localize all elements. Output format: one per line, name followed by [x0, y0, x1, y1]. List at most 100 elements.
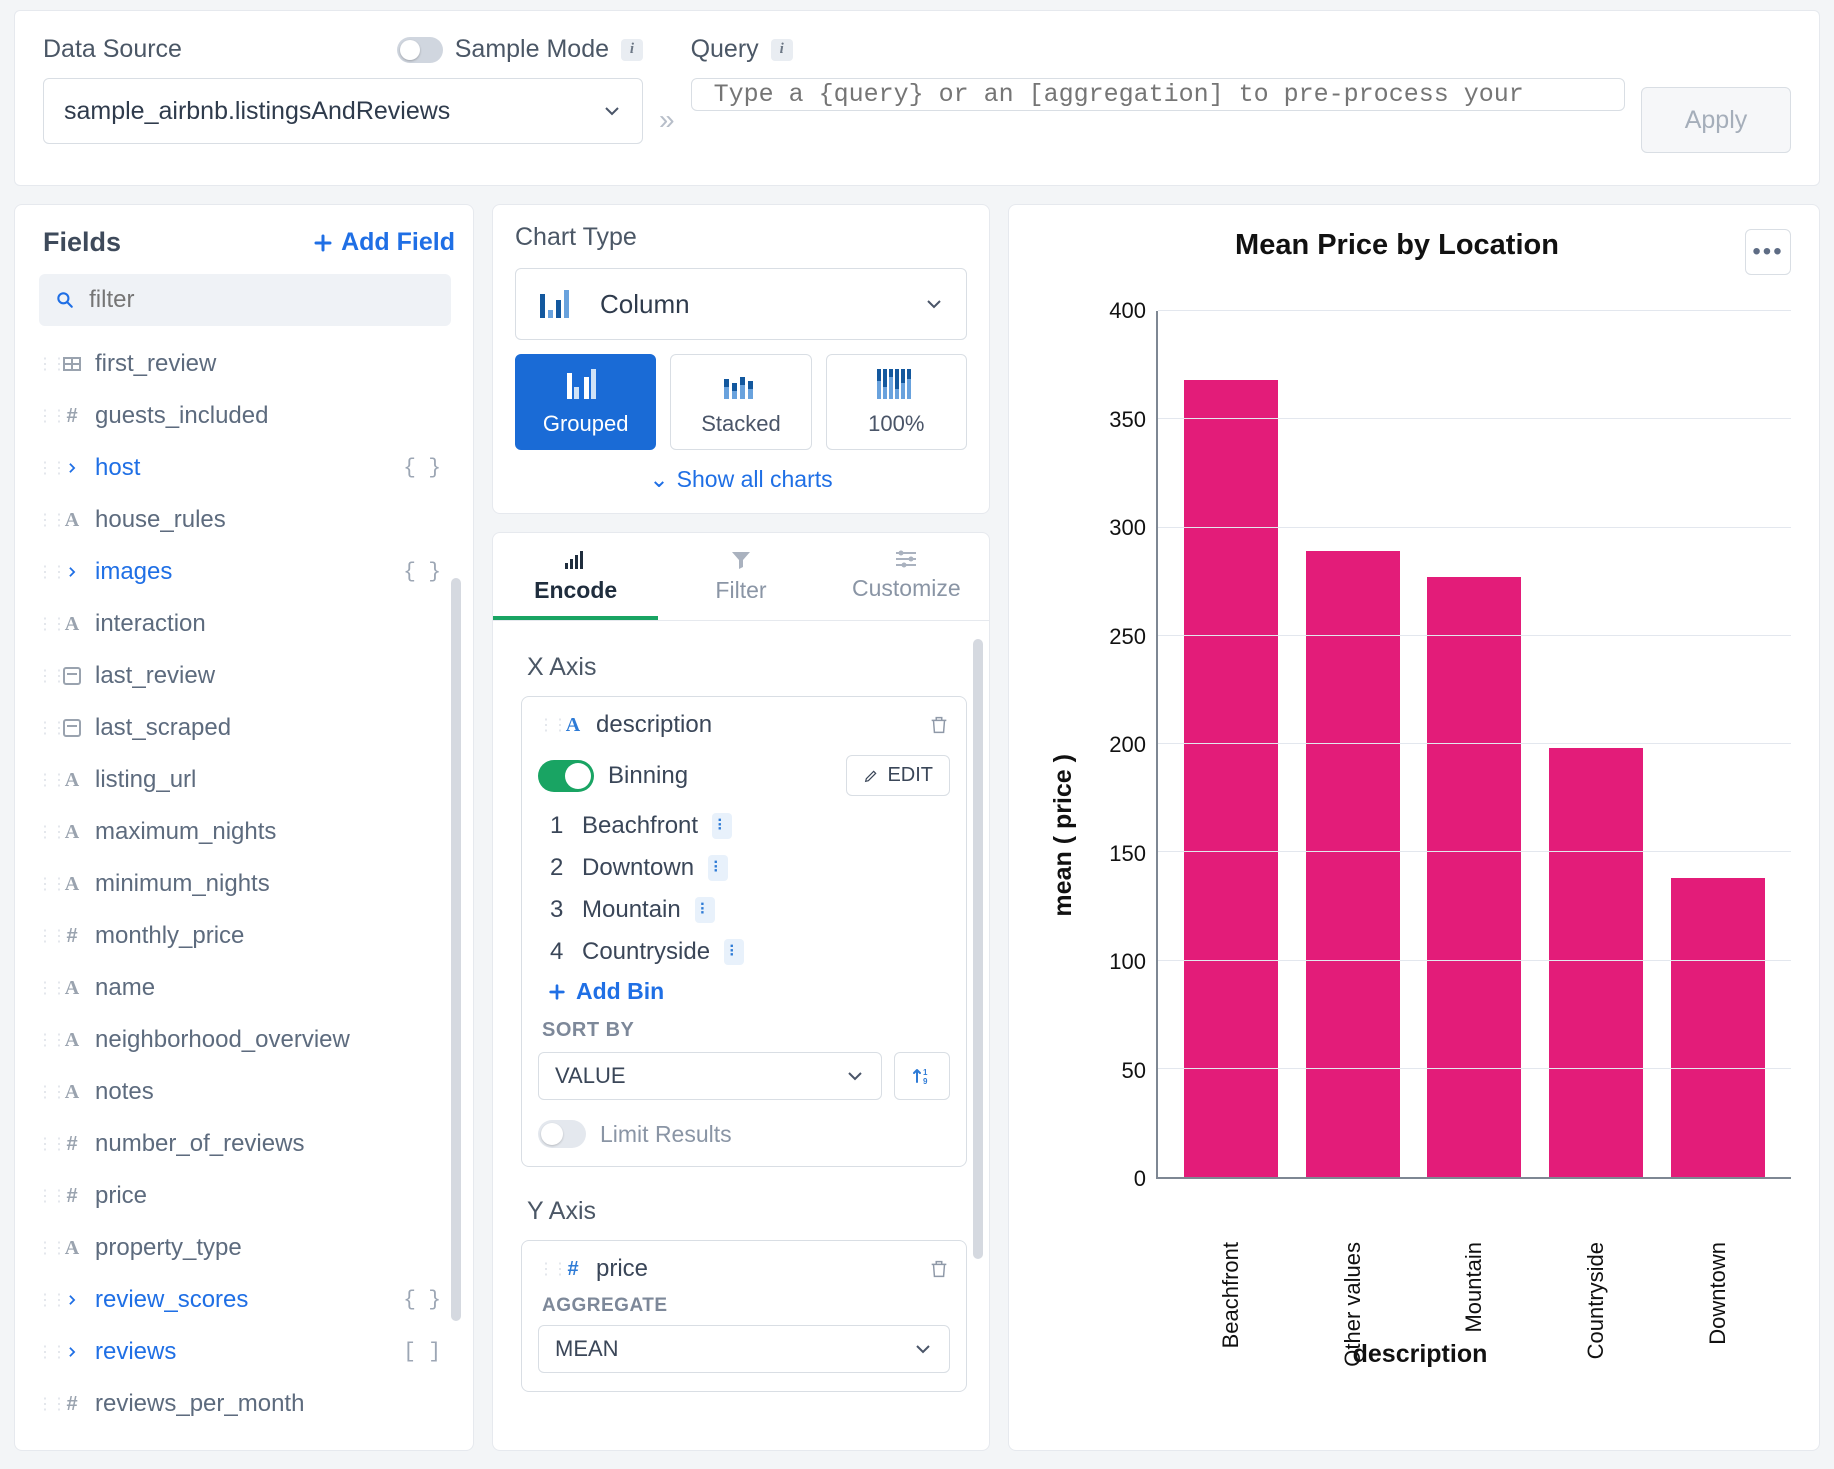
field-host[interactable]: ⋮⋮host{ } — [33, 442, 455, 494]
drag-handle-icon[interactable]: ⋮⋮ — [37, 562, 49, 582]
info-icon[interactable]: i — [621, 39, 643, 61]
bar-other-values[interactable] — [1306, 551, 1400, 1177]
bin-item[interactable]: 1Beachfront⠇ — [550, 812, 950, 840]
drag-handle-icon[interactable]: ⋮⋮ — [37, 1238, 49, 1258]
field-maximum_nights[interactable]: ⋮⋮Amaximum_nights — [33, 806, 455, 858]
remove-x-field-button[interactable] — [928, 714, 950, 736]
field-property_type[interactable]: ⋮⋮Aproperty_type — [33, 1222, 455, 1274]
top-bar: Data Source Sample Mode i sample_airbnb.… — [14, 10, 1820, 186]
drag-handle-icon[interactable]: ⋮⋮ — [37, 770, 49, 790]
chevron-down-icon: ⌄ — [649, 466, 668, 492]
fields-filter-input[interactable] — [87, 285, 435, 315]
sort-direction-button[interactable]: 1 9 — [894, 1052, 950, 1100]
field-neighborhood_overview[interactable]: ⋮⋮Aneighborhood_overview — [33, 1014, 455, 1066]
drag-handle-icon[interactable]: ⋮⋮ — [37, 1134, 49, 1154]
drag-handle-icon[interactable]: ⋮⋮ — [37, 510, 49, 530]
sample-mode-toggle[interactable] — [397, 37, 443, 63]
drag-handle-icon[interactable]: ⋮⋮ — [37, 1082, 49, 1102]
drag-handle-icon[interactable]: ⋮⋮ — [37, 926, 49, 946]
tab-filter[interactable]: Filter — [658, 533, 823, 620]
drag-handle-icon[interactable]: ⋮⋮ — [37, 874, 49, 894]
chart-variant-grouped[interactable]: Grouped — [515, 354, 656, 450]
encode-tabs: Encode Filter Customize — [493, 533, 989, 621]
chart-type-select[interactable]: Column — [515, 268, 967, 340]
add-field-button[interactable]: Add Field — [313, 228, 455, 257]
add-bin-button[interactable]: Add Bin — [548, 978, 950, 1005]
drag-handle-icon[interactable]: ⋮⋮ — [37, 1394, 49, 1414]
pencil-icon — [863, 768, 879, 784]
field-house_rules[interactable]: ⋮⋮Ahouse_rules — [33, 494, 455, 546]
drag-handle-icon[interactable]: ⋮⋮ — [37, 822, 49, 842]
drag-handle-icon[interactable]: ⋮⋮ — [37, 1030, 49, 1050]
data-source-select[interactable]: sample_airbnb.listingsAndReviews — [43, 78, 643, 144]
field-last_scraped[interactable]: ⋮⋮last_scraped — [33, 702, 455, 754]
fields-filter[interactable] — [39, 274, 451, 326]
field-review_scores[interactable]: ⋮⋮review_scores{ } — [33, 1274, 455, 1326]
y-tick: 100 — [1109, 949, 1146, 975]
query-input-wrapper — [691, 78, 1625, 111]
bin-item[interactable]: 3Mountain⠇ — [550, 896, 950, 924]
info-icon[interactable]: i — [771, 39, 793, 61]
show-all-charts-button[interactable]: ⌄Show all charts — [515, 466, 967, 493]
string-type-icon: A — [560, 714, 586, 737]
drag-handle-icon[interactable]: ⋮⋮ — [37, 406, 49, 426]
limit-results-label: Limit Results — [600, 1121, 732, 1148]
field-notes[interactable]: ⋮⋮Anotes — [33, 1066, 455, 1118]
drag-handle-icon[interactable]: ⋮⋮ — [37, 978, 49, 998]
scrollbar-thumb[interactable] — [973, 639, 983, 1259]
drag-handle-icon[interactable]: ⋮⋮ — [37, 666, 49, 686]
tab-customize[interactable]: Customize — [824, 533, 989, 620]
drag-handle-icon[interactable]: ⋮⋮ — [538, 1259, 550, 1279]
bin-item[interactable]: 4Countryside⠇ — [550, 938, 950, 966]
scrollbar-thumb[interactable] — [451, 578, 461, 1321]
binning-toggle[interactable] — [538, 760, 594, 792]
drag-handle-icon[interactable]: ⋮⋮ — [37, 718, 49, 738]
apply-button[interactable]: Apply — [1641, 87, 1791, 153]
field-price[interactable]: ⋮⋮#price — [33, 1170, 455, 1222]
limit-results-toggle[interactable] — [538, 1120, 586, 1148]
field-interaction[interactable]: ⋮⋮Ainteraction — [33, 598, 455, 650]
field-name[interactable]: ⋮⋮Aname — [33, 962, 455, 1014]
field-label: notes — [95, 1078, 154, 1106]
bar-countryside[interactable] — [1549, 748, 1643, 1177]
encode-scrollbar[interactable] — [973, 639, 983, 1279]
drag-handle-icon[interactable]: ⋮⋮ — [37, 1290, 49, 1310]
chart-variant-100pct[interactable]: 100% — [826, 354, 967, 450]
bar-downtown[interactable] — [1671, 878, 1765, 1177]
drag-handle-icon[interactable]: ⋮⋮ — [37, 1342, 49, 1362]
chart-menu-button[interactable]: ••• — [1745, 229, 1791, 275]
field-guests_included[interactable]: ⋮⋮#guests_included — [33, 390, 455, 442]
query-input[interactable] — [712, 79, 1604, 110]
drag-handle-icon[interactable]: ⋮⋮ — [37, 458, 49, 478]
field-reviews_per_month[interactable]: ⋮⋮#reviews_per_month — [33, 1378, 455, 1430]
field-monthly_price[interactable]: ⋮⋮#monthly_price — [33, 910, 455, 962]
field-listing_url[interactable]: ⋮⋮Alisting_url — [33, 754, 455, 806]
tab-encode[interactable]: Encode — [493, 533, 658, 620]
field-minimum_nights[interactable]: ⋮⋮Aminimum_nights — [33, 858, 455, 910]
chart-variant-row: GroupedStacked 100% — [515, 354, 967, 450]
remove-y-field-button[interactable] — [928, 1258, 950, 1280]
y-axis-ticks: 050100150200250300350400 — [1086, 311, 1156, 1179]
field-images[interactable]: ⋮⋮images{ } — [33, 546, 455, 598]
field-first_review[interactable]: ⋮⋮first_review — [33, 338, 455, 390]
bar-beachfront[interactable] — [1184, 380, 1278, 1177]
drag-handle-icon[interactable]: ⋮⋮ — [37, 1186, 49, 1206]
field-number_of_reviews[interactable]: ⋮⋮#number_of_reviews — [33, 1118, 455, 1170]
field-reviews[interactable]: ⋮⋮reviews[ ] — [33, 1326, 455, 1378]
drag-handle-icon[interactable]: ⋮⋮ — [37, 354, 49, 374]
bin-item[interactable]: 2Downtown⠇ — [550, 854, 950, 882]
aggregate-select[interactable]: MEAN — [538, 1325, 950, 1373]
variant-label: 100% — [868, 411, 924, 437]
field-label: last_review — [95, 662, 215, 690]
field-label: host — [95, 454, 140, 482]
x-axis-label: description — [1049, 1340, 1791, 1369]
fields-scrollbar[interactable] — [451, 338, 461, 1430]
sort-by-select[interactable]: VALUE — [538, 1052, 882, 1100]
drag-handle-icon[interactable]: ⋮⋮ — [538, 715, 550, 735]
chart-variant-stacked[interactable]: Stacked — [670, 354, 811, 450]
bar-mountain[interactable] — [1427, 577, 1521, 1177]
field-last_review[interactable]: ⋮⋮ last_review — [33, 650, 455, 702]
string-type-icon: A — [59, 977, 85, 1000]
edit-bins-button[interactable]: EDIT — [846, 755, 950, 796]
drag-handle-icon[interactable]: ⋮⋮ — [37, 614, 49, 634]
